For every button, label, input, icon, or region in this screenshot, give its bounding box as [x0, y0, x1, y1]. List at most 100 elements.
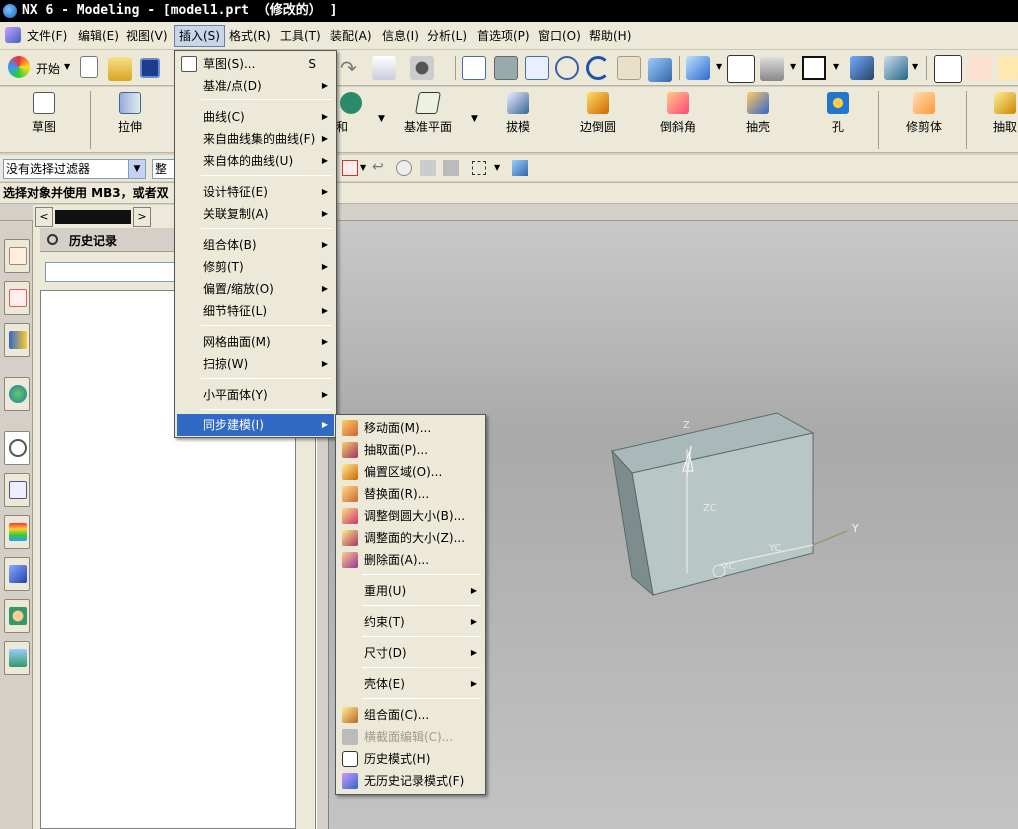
tab-system-materials[interactable] — [4, 473, 30, 507]
frame-dropdown-icon[interactable]: ▼ — [833, 62, 839, 71]
edge-blend-button[interactable]: 边倒圆 — [570, 87, 626, 153]
tab-part-navigator[interactable] — [4, 323, 30, 357]
binoculars-icon[interactable] — [410, 56, 434, 80]
shaded-view-icon[interactable] — [686, 56, 710, 80]
select-info-icon[interactable] — [372, 56, 396, 80]
sketch-button[interactable]: 草图 — [14, 87, 74, 153]
menu-item-offset-scale[interactable]: 偏置/缩放(O) ▶ — [177, 278, 334, 300]
save-icon[interactable] — [140, 58, 160, 78]
menu-item-curve-from-bodies[interactable]: 来自体的曲线(U) ▶ — [177, 150, 334, 172]
edge-view-icon[interactable] — [760, 57, 784, 81]
type-filter-select[interactable]: 没有选择过滤器 ▼ — [3, 159, 146, 179]
zoom-window-icon[interactable] — [494, 56, 518, 80]
render-dropdown-icon[interactable]: ▼ — [716, 62, 722, 71]
menu-item-pull-face[interactable]: 抽取面(P)... — [338, 439, 483, 461]
select-cursor-icon[interactable] — [934, 55, 962, 83]
scope-select[interactable]: 整个 — [152, 159, 176, 179]
new-file-icon[interactable] — [80, 56, 98, 78]
back-button[interactable]: < — [35, 207, 53, 227]
select-body-icon[interactable] — [443, 160, 459, 176]
rotate-icon[interactable] — [586, 56, 610, 80]
pan-icon[interactable] — [617, 56, 641, 80]
chevron-down-icon[interactable]: ▼ — [128, 160, 145, 178]
menu-item-detail-feature[interactable]: 细节特征(L) ▶ — [177, 300, 334, 322]
menu-item-delete-face[interactable]: 删除面(A)... — [338, 549, 483, 571]
menu-item-reuse[interactable]: 重用(U) ▶ — [338, 580, 483, 602]
menu-item-associative-copy[interactable]: 关联复制(A) ▶ — [177, 203, 334, 225]
rectangle-select-icon[interactable] — [472, 161, 486, 175]
menu-information[interactable]: 信息(I) — [378, 25, 423, 47]
menu-item-move-face[interactable]: 移动面(M)... — [338, 417, 483, 439]
app-menu-icon[interactable] — [5, 27, 21, 43]
orient-view-icon[interactable] — [648, 58, 672, 82]
menu-item-design-feature[interactable]: 设计特征(E) ▶ — [177, 181, 334, 203]
menu-format[interactable]: 格式(R) — [225, 25, 275, 47]
datum-dropdown-icon[interactable]: ▼ — [471, 114, 478, 124]
menu-item-shell[interactable]: 壳体(E) ▶ — [338, 673, 483, 695]
tab-palettes[interactable] — [4, 515, 30, 549]
menu-item-datum-point[interactable]: 基准/点(D) ▶ — [177, 75, 334, 97]
rect-select-dropdown-icon[interactable]: ▼ — [494, 163, 500, 172]
menu-help[interactable]: 帮助(H) — [585, 25, 635, 47]
edge-dropdown-icon[interactable]: ▼ — [790, 62, 796, 71]
background-icon[interactable] — [727, 55, 755, 83]
select-edge-icon[interactable] — [420, 160, 436, 176]
menu-item-history-free-mode[interactable]: 无历史记录模式(F) — [338, 770, 483, 792]
redo-icon[interactable]: ↷ — [340, 56, 357, 80]
tab-history[interactable] — [4, 431, 30, 465]
menu-item-sketch[interactable]: 草图(S)... S — [177, 53, 334, 75]
menu-item-facet-body[interactable]: 小平面体(Y) ▶ — [177, 384, 334, 406]
menu-item-constrain[interactable]: 约束(T) ▶ — [338, 611, 483, 633]
menu-item-history-mode[interactable]: 历史模式(H) — [338, 748, 483, 770]
tab-process-studio[interactable] — [4, 557, 30, 591]
snap-point-icon[interactable] — [998, 56, 1018, 80]
extract-button[interactable]: 抽取 — [980, 87, 1018, 153]
trim-body-button[interactable]: 修剪体 — [896, 87, 952, 153]
shell-button[interactable]: 抽壳 — [732, 87, 784, 153]
menu-item-curve-from-curves[interactable]: 来自曲线集的曲线(F) ▶ — [177, 128, 334, 150]
start-icon[interactable] — [8, 56, 30, 78]
menu-item-trim[interactable]: 修剪(T) ▶ — [177, 256, 334, 278]
menu-item-dimension[interactable]: 尺寸(D) ▶ — [338, 642, 483, 664]
nav-slider[interactable] — [55, 210, 131, 224]
extrude-button[interactable]: 拉伸 — [100, 87, 160, 153]
tab-roles[interactable] — [4, 599, 30, 633]
cube-select-icon[interactable] — [512, 160, 528, 176]
menu-item-mesh-surface[interactable]: 网格曲面(M) ▶ — [177, 331, 334, 353]
fit-icon[interactable] — [462, 56, 486, 80]
start-button[interactable]: 开始 — [36, 60, 60, 77]
menu-item-sweep[interactable]: 扫掠(W) ▶ — [177, 353, 334, 375]
menu-item-replace-face[interactable]: 替换面(R)... — [338, 483, 483, 505]
menu-insert[interactable]: 插入(S) — [174, 25, 225, 47]
menu-view[interactable]: 视图(V) — [122, 25, 172, 47]
menu-preferences[interactable]: 首选项(P) — [473, 25, 534, 47]
snap-icon[interactable] — [968, 56, 992, 80]
menu-item-combine[interactable]: 组合体(B) ▶ — [177, 234, 334, 256]
start-dropdown-icon[interactable]: ▼ — [64, 62, 70, 71]
menu-analysis[interactable]: 分析(L) — [423, 25, 471, 47]
menu-tools[interactable]: 工具(T) — [276, 25, 325, 47]
tab-assembly-navigator[interactable] — [4, 239, 30, 273]
menu-file[interactable]: 文件(F) — [23, 25, 71, 47]
frame-icon[interactable] — [802, 56, 826, 80]
unite-dropdown-icon[interactable]: ▼ — [378, 114, 385, 124]
pin-icon[interactable] — [47, 234, 58, 245]
tab-reuse-library[interactable] — [4, 377, 30, 411]
menu-item-group-face[interactable]: 组合面(C)... — [338, 704, 483, 726]
forward-button[interactable]: > — [133, 207, 151, 227]
wcs-dropdown-icon[interactable]: ▼ — [912, 62, 918, 71]
tab-system-scenes[interactable] — [4, 641, 30, 675]
snap-filter-dropdown-icon[interactable]: ▼ — [360, 163, 366, 172]
menu-item-resize-blend[interactable]: 调整倒圆大小(B)... — [338, 505, 483, 527]
select-face-icon[interactable] — [396, 160, 412, 176]
draft-button[interactable]: 拔模 — [492, 87, 544, 153]
menu-window[interactable]: 窗口(O) — [534, 25, 585, 47]
snap-filter-icon[interactable] — [342, 160, 358, 176]
chamfer-button[interactable]: 倒斜角 — [650, 87, 706, 153]
menu-item-curve[interactable]: 曲线(C) ▶ — [177, 106, 334, 128]
zoom-icon[interactable] — [525, 56, 549, 80]
menu-item-synchronous-modeling[interactable]: 同步建模(I) ▶ — [177, 414, 334, 436]
hole-button[interactable]: 孔 — [812, 87, 864, 153]
menu-item-resize-face[interactable]: 调整面的大小(Z)... — [338, 527, 483, 549]
menu-assemblies[interactable]: 装配(A) — [326, 25, 376, 47]
